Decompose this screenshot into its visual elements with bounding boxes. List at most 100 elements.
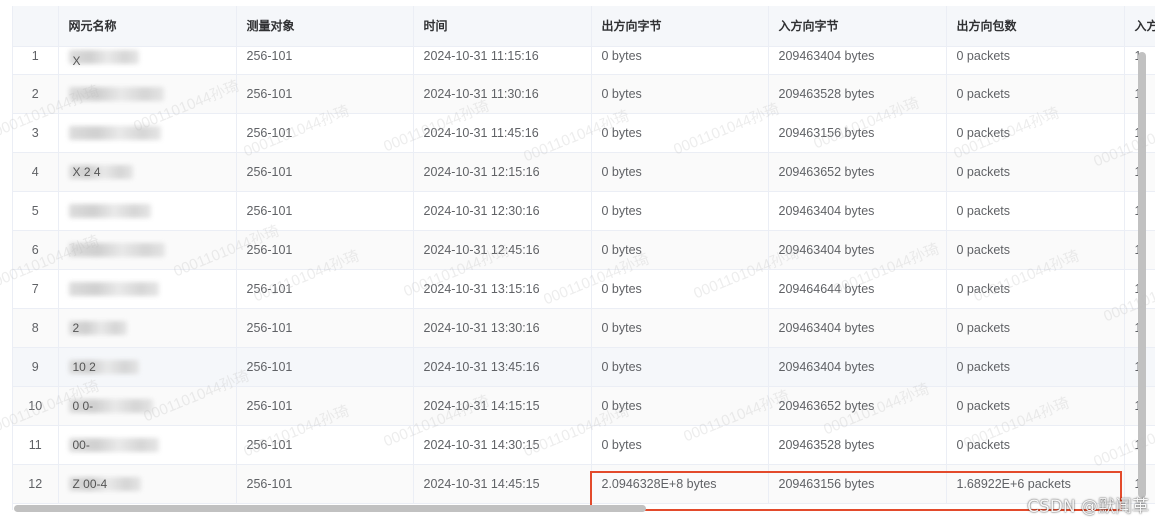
ne-name-cell (58, 113, 237, 153)
row-index: 7 (13, 269, 59, 309)
out-packets-cell: 0 packets (946, 152, 1125, 192)
row-index: 10 (13, 386, 59, 426)
in-bytes-cell: 209463404 bytes (768, 46, 947, 75)
ne-name-partial-text: 10 2 (72, 360, 96, 374)
out-packets-cell: 1.68922E+6 packets (946, 464, 1125, 504)
table-row[interactable]: 8 2 256-101 2024-10-31 13:30:16 0 bytes 20946… (13, 308, 1155, 348)
table-screenshot: 网元名称 测量对象 时间 出方向字节 入方向字节 出方向包数 入方 1X 256-… (0, 0, 1155, 523)
ne-name-cell (58, 74, 237, 114)
object-cell: 256-101 (236, 308, 414, 348)
ne-name-partial-text: Z 00-4 (72, 477, 108, 491)
vertical-scrollbar[interactable] (1138, 52, 1146, 498)
time-cell: 2024-10-31 14:45:15 (413, 464, 592, 504)
row-index: 8 (13, 308, 59, 348)
object-cell: 256-101 (236, 425, 414, 465)
out-bytes-cell: 0 bytes (591, 74, 769, 114)
out-bytes-cell: 0 bytes (591, 347, 769, 387)
ne-name-cell: 00- (58, 425, 237, 465)
time-cell: 2024-10-31 13:15:16 (413, 269, 592, 309)
out-bytes-cell: 0 bytes (591, 152, 769, 192)
row-index: 2 (13, 74, 59, 114)
table-row[interactable]: 7 256-101 2024-10-31 13:15:16 0 bytes 209464… (13, 269, 1155, 309)
object-cell: 256-101 (236, 191, 414, 231)
out-bytes-cell: 0 bytes (591, 46, 769, 75)
ne-name-cell: X (58, 46, 237, 75)
table-row[interactable]: 6 256-101 2024-10-31 12:45:16 0 bytes 209463… (13, 230, 1155, 270)
object-cell: 256-101 (236, 269, 414, 309)
redacted-name-blur (68, 87, 164, 102)
table-row[interactable]: 10 0 0- 256-101 2024-10-31 14:15:15 0 bytes 2… (13, 386, 1155, 426)
out-packets-cell: 0 packets (946, 191, 1125, 231)
header-index (13, 6, 59, 47)
row-index: 9 (13, 347, 59, 387)
ne-name-partial-text: X (72, 53, 81, 68)
data-table-container: 网元名称 测量对象 时间 出方向字节 入方向字节 出方向包数 入方 1X 256-… (12, 6, 1155, 510)
out-bytes-cell: 0 bytes (591, 269, 769, 309)
time-cell: 2024-10-31 12:45:16 (413, 230, 592, 270)
header-in-bytes[interactable]: 入方向字节 (768, 6, 947, 47)
row-index: 1 (13, 46, 59, 75)
table-header-row: 网元名称 测量对象 时间 出方向字节 入方向字节 出方向包数 入方 (13, 6, 1155, 47)
out-packets-cell: 0 packets (946, 308, 1125, 348)
out-packets-cell: 0 packets (946, 425, 1125, 465)
ne-name-cell: 2 (58, 308, 237, 348)
in-bytes-cell: 209463528 bytes (768, 74, 947, 114)
in-bytes-cell: 209464644 bytes (768, 269, 947, 309)
performance-data-table: 网元名称 测量对象 时间 出方向字节 入方向字节 出方向包数 入方 1X 256-… (13, 6, 1155, 504)
ne-name-cell: 0 0- (58, 386, 237, 426)
time-cell: 2024-10-31 12:30:16 (413, 191, 592, 231)
table-row[interactable]: 3 256-101 2024-10-31 11:45:16 0 bytes 209463… (13, 113, 1155, 153)
header-time[interactable]: 时间 (413, 6, 592, 47)
redacted-name-blur (68, 204, 151, 219)
time-cell: 2024-10-31 14:15:15 (413, 386, 592, 426)
table-row[interactable]: 9 10 2 256-101 2024-10-31 13:45:16 0 bytes 20… (13, 347, 1155, 387)
table-row[interactable]: 12 Z 00-4 256-101 2024-10-31 14:45:15 2.0946… (13, 464, 1155, 504)
row-index: 12 (13, 464, 59, 504)
out-bytes-cell: 0 bytes (591, 113, 769, 153)
table-row[interactable]: 11 00- 256-101 2024-10-31 14:30:15 0 bytes 20… (13, 425, 1155, 465)
out-bytes-cell: 0 bytes (591, 386, 769, 426)
ne-name-cell (58, 269, 237, 309)
header-ne-name[interactable]: 网元名称 (58, 6, 237, 47)
object-cell: 256-101 (236, 230, 414, 270)
out-bytes-cell: 0 bytes (591, 191, 769, 231)
object-cell: 256-101 (236, 74, 414, 114)
time-cell: 2024-10-31 12:15:16 (413, 152, 592, 192)
ne-name-cell: Z 00-4 (58, 464, 237, 504)
row-index: 6 (13, 230, 59, 270)
redacted-name-blur (68, 243, 165, 258)
in-bytes-cell: 209463156 bytes (768, 464, 947, 504)
object-cell: 256-101 (236, 386, 414, 426)
ne-name-partial-text: X 2 4 (72, 165, 101, 179)
in-bytes-cell: 209463404 bytes (768, 230, 947, 270)
row-index: 4 (13, 152, 59, 192)
object-cell: 256-101 (236, 152, 414, 192)
ne-name-cell: X 2 4 (58, 152, 237, 192)
header-out-bytes[interactable]: 出方向字节 (591, 6, 769, 47)
time-cell: 2024-10-31 11:15:16 (413, 46, 592, 75)
object-cell: 256-101 (236, 113, 414, 153)
time-cell: 2024-10-31 11:45:16 (413, 113, 592, 153)
out-bytes-cell: 0 bytes (591, 425, 769, 465)
time-cell: 2024-10-31 11:30:16 (413, 74, 592, 114)
table-row[interactable]: 5 256-101 2024-10-31 12:30:16 0 bytes 209463… (13, 191, 1155, 231)
header-in-truncated[interactable]: 入方 (1124, 6, 1155, 47)
in-bytes-cell: 209463156 bytes (768, 113, 947, 153)
horizontal-scrollbar[interactable] (14, 505, 646, 512)
in-bytes-cell: 209463528 bytes (768, 425, 947, 465)
object-cell: 256-101 (236, 46, 414, 75)
out-packets-cell: 0 packets (946, 46, 1125, 75)
object-cell: 256-101 (236, 464, 414, 504)
table-row[interactable]: 4 X 2 4 256-101 2024-10-31 12:15:16 0 bytes 2… (13, 152, 1155, 192)
ne-name-partial-text: 0 0- (72, 399, 94, 413)
header-out-packets[interactable]: 出方向包数 (946, 6, 1125, 47)
row-index: 5 (13, 191, 59, 231)
in-bytes-cell: 209463404 bytes (768, 347, 947, 387)
out-packets-cell: 0 packets (946, 347, 1125, 387)
out-packets-cell: 0 packets (946, 230, 1125, 270)
redacted-name-blur (68, 282, 159, 297)
table-row[interactable]: 2 256-101 2024-10-31 11:30:16 0 bytes 209463… (13, 74, 1155, 114)
ne-name-cell (58, 230, 237, 270)
table-row[interactable]: 1 X 256-101 2024-10-31 11:15:16 0 bytes 20946… (13, 46, 1155, 75)
header-object[interactable]: 测量对象 (236, 6, 414, 47)
